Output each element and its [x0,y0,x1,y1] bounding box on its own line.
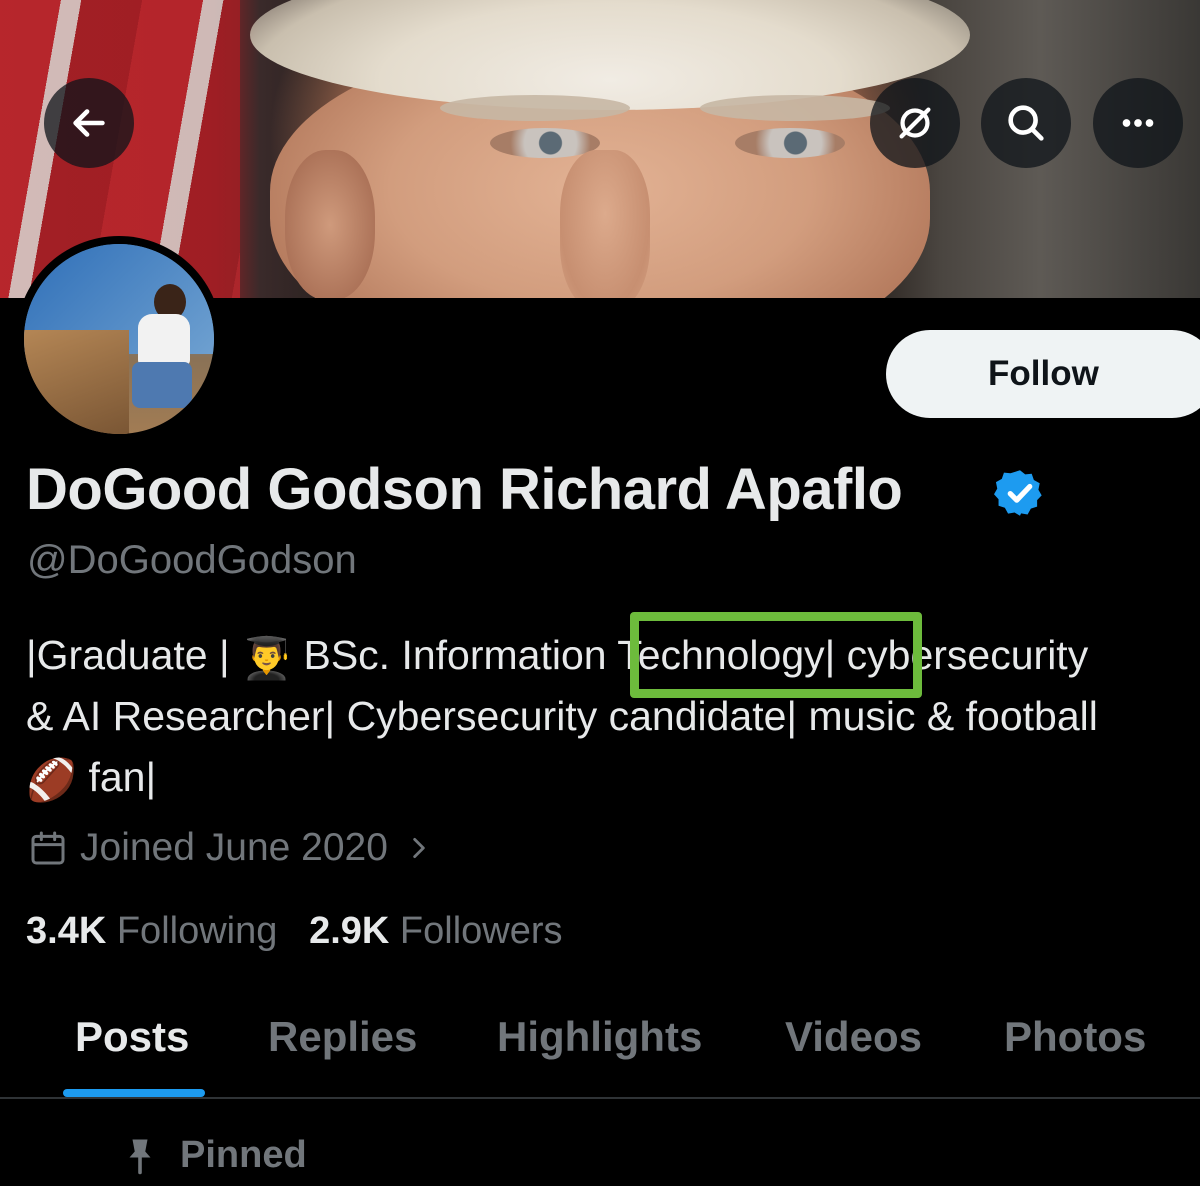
avatar-photo [24,244,214,434]
football-emoji: 🏈 [26,756,78,803]
following-label: Following [116,910,278,952]
follow-stats: 3.4K Following 2.9K Followers [26,910,563,953]
follow-button[interactable]: Follow [886,330,1200,418]
bio-line-3: 🏈 fan| [26,747,156,811]
graduate-emoji: 👨‍🎓 [241,634,293,681]
profile-tabs: Posts Replies Highlights Videos Photos [0,1005,1200,1097]
tab-videos[interactable]: Videos [785,1013,922,1061]
banner-brow-left [440,95,630,121]
grok-icon [899,107,931,139]
chevron-right-icon [413,837,425,859]
joined-date[interactable]: Joined June 2020 [28,826,444,870]
following-count: 3.4K [26,910,107,952]
profile-handle: @DoGoodGodson [27,538,357,582]
search-icon [1008,105,1044,141]
banner-nose [560,150,650,298]
avatar[interactable] [16,236,222,442]
tabs-divider [0,1097,1200,1099]
tab-photos[interactable]: Photos [1004,1013,1146,1061]
pinned-label: Pinned [122,1134,307,1177]
joined-label: Joined June 2020 [80,826,388,869]
tab-highlights[interactable]: Highlights [497,1013,702,1061]
active-tab-indicator [63,1089,205,1097]
search-button[interactable] [981,78,1071,168]
followers-link[interactable]: 2.9K Followers [309,910,562,952]
banner-ear [285,150,375,298]
tab-posts[interactable]: Posts [75,1013,189,1061]
highlight-annotation-box [630,612,922,698]
tab-replies[interactable]: Replies [268,1013,417,1061]
banner-eye-right [735,128,845,158]
profile-name: DoGood Godson Richard Apaflo [26,457,903,522]
calendar-icon [31,831,65,865]
following-link[interactable]: 3.4K Following [26,910,277,952]
more-button[interactable] [1093,78,1183,168]
arrow-left-icon [73,109,105,137]
followers-label: Followers [399,910,563,952]
followers-count: 2.9K [309,910,390,952]
verified-badge-icon[interactable] [994,467,1046,519]
bio-line-2: & AI Researcher| Cybersecurity candidate… [26,693,1098,739]
bio-line-1: |Graduate | 👨‍🎓 BSc. Information Technol… [26,625,1088,689]
pin-icon [129,1139,151,1174]
grok-button[interactable] [870,78,960,168]
more-horizontal-icon [1122,119,1154,127]
banner-brow-right [700,95,890,121]
back-button[interactable] [44,78,134,168]
